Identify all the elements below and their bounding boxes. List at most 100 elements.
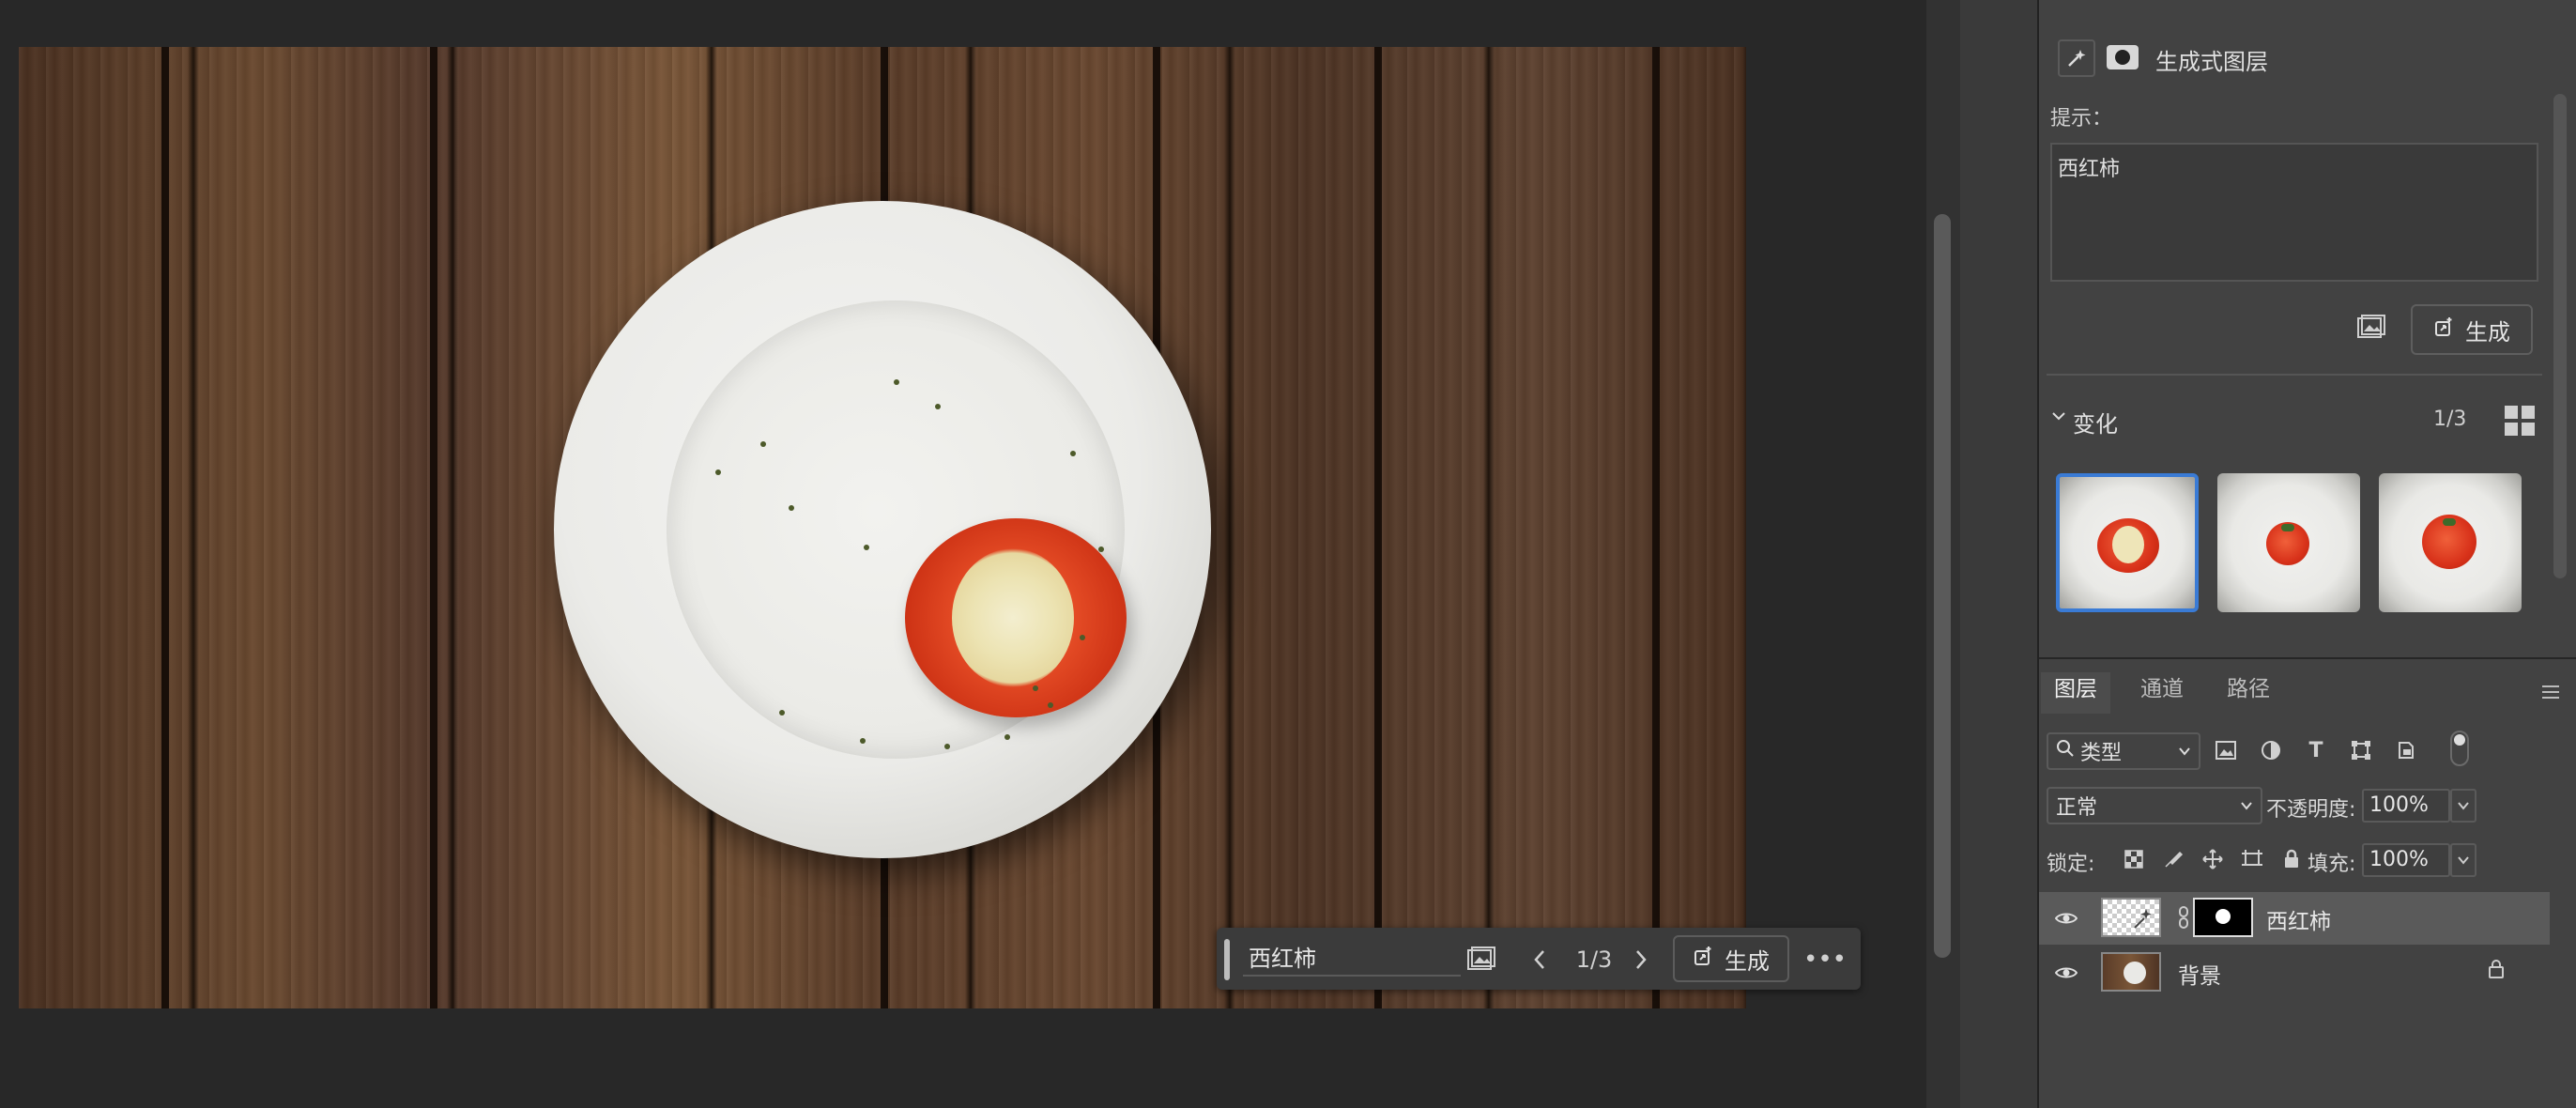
generate-button[interactable]: 生成: [2411, 304, 2533, 355]
lock-label: 锁定:: [2047, 853, 2095, 876]
reference-image-icon: [2356, 314, 2386, 347]
previous-variation-icon[interactable]: [1523, 943, 1556, 977]
generate-icon: [2433, 315, 2456, 344]
taskbar-prompt-input[interactable]: [1243, 937, 1461, 977]
tab-layers[interactable]: 图层: [2041, 672, 2110, 714]
lock-position-icon[interactable]: [2199, 845, 2227, 873]
lock-artboard-icon[interactable]: [2238, 845, 2266, 873]
layer-name[interactable]: 背景: [2178, 958, 2221, 990]
shredded-cheese: [952, 548, 1074, 687]
chevron-down-icon: [2178, 740, 2191, 763]
lock-all-icon[interactable]: [2277, 845, 2306, 873]
search-icon: [2056, 739, 2075, 763]
tomato-stem: [2281, 524, 2294, 531]
herb: [864, 545, 869, 550]
layer-thumbnail[interactable]: [2101, 898, 2161, 937]
herb: [860, 738, 866, 744]
herb: [1070, 451, 1076, 456]
properties-scrollbar[interactable]: [2550, 0, 2576, 657]
panel-gutter: [1960, 0, 2039, 1108]
tomato-stem: [2443, 518, 2456, 526]
layer-name[interactable]: 西红柿: [2266, 903, 2331, 935]
reference-image-icon[interactable]: [1464, 943, 1498, 977]
generate-label: 生成: [1725, 947, 1770, 975]
chevron-down-icon[interactable]: [2050, 408, 2067, 428]
adjustment-filter-icon[interactable]: [2257, 736, 2285, 764]
tab-paths[interactable]: 路径: [2214, 672, 2283, 714]
prompt-label: 提示：: [2050, 107, 2113, 131]
variation-thumbnail-3[interactable]: [2379, 473, 2522, 612]
taskbar-generate-button[interactable]: 生成: [1673, 935, 1789, 982]
fill-label: 填充:: [2308, 853, 2356, 876]
herb: [1048, 702, 1053, 708]
generate-label: 生成: [2465, 318, 2510, 346]
herb: [944, 744, 950, 749]
eye-icon[interactable]: [2054, 907, 2078, 930]
link-icon[interactable]: [2178, 905, 2189, 930]
herb: [789, 505, 794, 511]
herb: [1004, 734, 1010, 740]
panel-menu-icon[interactable]: [2540, 682, 2561, 705]
lock-transparency-icon[interactable]: [2120, 845, 2148, 873]
filter-toggle[interactable]: [2450, 731, 2469, 766]
shape-filter-icon[interactable]: [2347, 736, 2375, 764]
herb: [715, 469, 721, 475]
layer-filter-select[interactable]: 类型: [2047, 732, 2200, 770]
layer-row-tomato[interactable]: 西红柿: [2039, 892, 2550, 945]
canvas-area[interactable]: 1/3 生成 •••: [0, 0, 1926, 1108]
next-variation-icon[interactable]: [1624, 943, 1658, 977]
layers-panel: 图层 通道 路径 类型 T 正常 不透明度: 100% 锁定: 填充: 100%…: [2039, 657, 2576, 1108]
smart-object-filter-icon[interactable]: [2392, 736, 2420, 764]
reference-image-button[interactable]: [2351, 312, 2392, 349]
shredded-cheese: [2112, 526, 2144, 563]
scrollbar-thumb[interactable]: [1934, 214, 1951, 958]
layer-thumbnail[interactable]: [2101, 952, 2161, 992]
plate-well: [667, 300, 1127, 759]
herb: [894, 379, 899, 385]
fill-input[interactable]: 100%: [2362, 843, 2450, 877]
opacity-label: 不透明度:: [2266, 798, 2356, 822]
layer-mask-thumbnail[interactable]: [2193, 898, 2253, 937]
variations-title: 变化: [2073, 411, 2118, 438]
contextual-taskbar: 1/3 生成 •••: [1217, 928, 1861, 990]
herb: [760, 441, 766, 447]
prompt-textarea[interactable]: 西红柿: [2050, 143, 2538, 282]
herb: [1033, 685, 1038, 691]
scrollbar-thumb[interactable]: [2553, 94, 2567, 578]
herb: [779, 710, 785, 716]
tab-channels[interactable]: 通道: [2127, 672, 2197, 714]
blend-mode-value: 正常: [2056, 796, 2098, 820]
variation-counter: 1/3: [1575, 946, 1613, 973]
layer-kind-label: 生成式图层: [2155, 49, 2268, 75]
variations-count: 1/3: [2433, 408, 2467, 431]
properties-panel: 生成式图层 提示： 西红柿 生成 变化 1/3: [2039, 0, 2550, 657]
opacity-input[interactable]: 100%: [2362, 789, 2450, 823]
lock-pixels-icon[interactable]: [2159, 845, 2187, 873]
pixel-filter-icon[interactable]: [2212, 736, 2240, 764]
canvas-vertical-scrollbar[interactable]: [1926, 0, 1960, 1108]
plank-seam: [1374, 47, 1382, 1008]
drag-handle[interactable]: [1224, 939, 1230, 980]
grid-view-icon[interactable]: [2505, 406, 2535, 436]
more-options-icon[interactable]: •••: [1803, 943, 1847, 977]
plate: [554, 201, 1211, 858]
herb: [1080, 635, 1085, 640]
layer-mask-icon[interactable]: [2107, 45, 2139, 69]
plank-seam: [161, 47, 169, 1008]
generative-layer-icon[interactable]: [2058, 39, 2095, 77]
tomato-slice: [905, 518, 1127, 717]
type-filter-icon[interactable]: T: [2302, 736, 2330, 764]
layer-row-background[interactable]: 背景: [2039, 946, 2550, 999]
blend-mode-select[interactable]: 正常: [2047, 787, 2262, 824]
variation-thumbnail-2[interactable]: [2217, 473, 2360, 612]
document-image[interactable]: [19, 47, 1746, 1008]
variation-thumbnail-1[interactable]: [2056, 473, 2199, 612]
chevron-down-icon: [2240, 794, 2253, 818]
variations-header[interactable]: 变化 1/3: [2050, 402, 2538, 439]
generate-icon: [1693, 945, 1715, 973]
eye-icon[interactable]: [2054, 962, 2078, 984]
opacity-dropdown[interactable]: [2450, 789, 2476, 823]
fill-dropdown[interactable]: [2450, 843, 2476, 877]
lock-icon[interactable]: [2488, 960, 2505, 983]
divider: [2047, 374, 2542, 376]
